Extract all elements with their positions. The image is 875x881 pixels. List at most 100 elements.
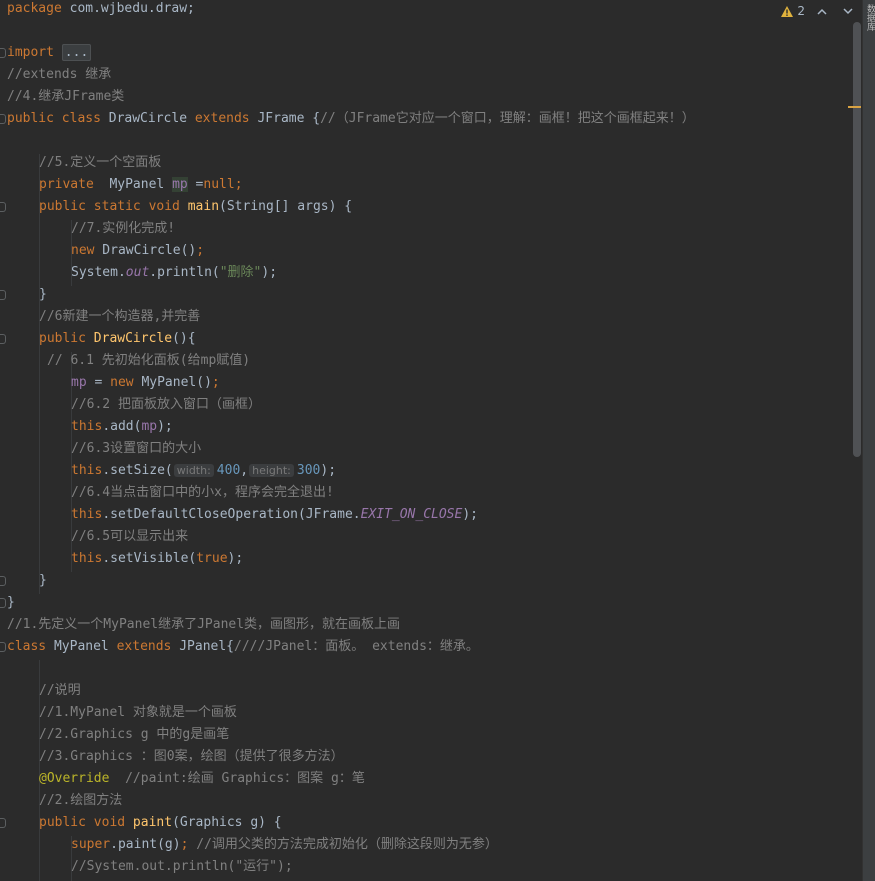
- code-line[interactable]: public static void main(String[] args) {: [0, 196, 352, 218]
- comment: // 6.1 先初始化面板(给mp赋值): [47, 353, 251, 368]
- code-text: );: [157, 419, 173, 434]
- fold-marker-icon[interactable]: [0, 202, 7, 212]
- keyword: new: [110, 375, 134, 390]
- right-tool-strip: 数据库: [862, 0, 875, 881]
- folded-imports[interactable]: ...: [61, 44, 92, 61]
- comment: //paint:绘画 Graphics：图案 g：笔: [109, 771, 365, 786]
- keyword: extends: [116, 639, 172, 654]
- keyword: public: [39, 331, 86, 346]
- code-line[interactable]: public DrawCircle(){: [0, 328, 196, 350]
- parameter-hint: width:: [173, 464, 214, 477]
- number-literal: 400: [216, 463, 241, 478]
- parameter-hint: height:: [249, 464, 294, 477]
- static-field: EXIT_ON_CLOSE: [360, 507, 463, 522]
- scrollbar-thumb[interactable]: [853, 22, 861, 457]
- keyword: this: [71, 551, 103, 566]
- code-text: );: [462, 507, 478, 522]
- fold-marker-icon[interactable]: [0, 598, 7, 608]
- code-text: JPanel{: [171, 639, 235, 654]
- fold-marker-icon[interactable]: [0, 576, 7, 586]
- comment: //6.3设置窗口的大小: [71, 441, 202, 456]
- fold-marker-icon[interactable]: [0, 114, 7, 124]
- chevron-down-icon: [843, 7, 853, 14]
- code-line[interactable]: mp = new MyPanel();: [0, 372, 220, 394]
- fold-marker-icon[interactable]: [0, 818, 7, 828]
- code-line[interactable]: public class DrawCircle extends JFrame {…: [0, 108, 695, 130]
- comment: //6.5可以显示出来: [71, 529, 189, 544]
- code-text: DrawCircle(): [94, 243, 197, 258]
- method-name: paint: [125, 815, 173, 830]
- code-line[interactable]: this.setVisible(true);: [0, 548, 243, 570]
- comment: //2.绘图方法: [39, 793, 123, 808]
- keyword: extends: [194, 111, 250, 126]
- code-line[interactable]: this.add(mp);: [0, 416, 173, 438]
- indent-guide: [39, 154, 40, 594]
- code-text: }: [39, 573, 47, 588]
- code-text: =: [86, 375, 111, 390]
- code-text: JFrame {: [249, 111, 321, 126]
- keyword: true: [196, 551, 228, 566]
- code-line[interactable]: this.setDefaultCloseOperation(JFrame.EXI…: [0, 504, 478, 526]
- code-line[interactable]: super.paint(g); //调用父类的方法完成初始化（删除这段则为无参）: [0, 834, 498, 856]
- code-line[interactable]: System.out.println("删除");: [0, 262, 277, 284]
- code-line[interactable]: new DrawCircle();: [0, 240, 204, 262]
- keyword: class: [7, 639, 47, 654]
- fold-marker-icon[interactable]: [0, 642, 7, 652]
- comment: //4.继承JFrame类: [7, 89, 125, 104]
- comment: //System.out.println("运行");: [71, 859, 293, 874]
- comment: //6.4当点击窗口中的小x，程序会完全退出!: [71, 485, 334, 500]
- comment: //3.Graphics ：图0案，绘图（提供了很多方法）: [39, 749, 344, 764]
- keyword: public static void: [39, 199, 180, 214]
- comment: //说明: [39, 683, 81, 698]
- code-text: .paint(g): [110, 837, 181, 852]
- keyword: this: [71, 507, 103, 522]
- code-text: .setVisible(: [102, 551, 197, 566]
- semicolon: ;: [196, 243, 205, 258]
- code-text: );: [320, 463, 337, 478]
- code-line[interactable]: public void paint(Graphics g) {: [0, 812, 282, 834]
- code-line[interactable]: }: [0, 570, 47, 592]
- next-highlight-button[interactable]: [839, 2, 857, 20]
- warning-marker[interactable]: [848, 106, 861, 108]
- code-text: ,: [240, 463, 249, 478]
- keyword: null: [203, 177, 235, 192]
- code-line[interactable]: @Override //paint:绘画 Graphics：图案 g：笔: [0, 768, 365, 790]
- comment: ////JPanel：面板。 extends：继承。: [234, 639, 479, 654]
- warnings-counter[interactable]: 2: [780, 4, 805, 18]
- code-line[interactable]: import ...: [0, 42, 92, 64]
- fold-marker-icon[interactable]: [0, 48, 7, 58]
- database-tool-tab[interactable]: 数据库: [864, 4, 875, 31]
- code-text: .add(: [102, 419, 142, 434]
- code-line[interactable]: }: [0, 284, 47, 306]
- code-text: );: [261, 265, 278, 280]
- fold-marker-icon[interactable]: [0, 290, 7, 300]
- code-line[interactable]: this.setSize(width: 400, height: 300);: [0, 460, 336, 482]
- class-name: DrawCircle: [100, 111, 195, 126]
- code-text: =: [187, 177, 204, 192]
- comment: //调用父类的方法完成初始化（删除这段则为无参）: [188, 837, 498, 852]
- code-text: }: [7, 595, 15, 610]
- string-literal: "删除": [219, 265, 262, 280]
- vertical-scrollbar[interactable]: [853, 22, 861, 881]
- code-line[interactable]: private MyPanel mp =null;: [0, 174, 243, 196]
- previous-highlight-button[interactable]: [813, 2, 831, 20]
- code-line[interactable]: package com.wjbedu.draw;: [0, 0, 195, 20]
- class-name: MyPanel: [46, 639, 117, 654]
- code-text: }: [39, 287, 47, 302]
- semicolon: ;: [234, 177, 243, 192]
- code-line[interactable]: }: [0, 592, 31, 614]
- fold-marker-icon[interactable]: [0, 334, 7, 344]
- keyword: public void: [39, 815, 126, 830]
- code-text: MyPanel(): [133, 375, 212, 390]
- code-editor[interactable]: package com.wjbedu.draw; import ... //ex…: [0, 0, 851, 881]
- code-text: com.wjbedu.draw;: [61, 1, 195, 16]
- inspection-widget[interactable]: 2: [780, 2, 857, 20]
- warning-icon: [781, 5, 794, 17]
- code-line[interactable]: class MyPanel extends JPanel{////JPanel：…: [0, 636, 479, 658]
- code-text: .println(: [149, 265, 220, 280]
- semicolon: ;: [211, 375, 220, 390]
- comment: //6.2 把面板放入窗口（画框）: [71, 397, 261, 412]
- field-name: mp: [172, 177, 188, 192]
- comment: //5.定义一个空面板: [39, 155, 162, 170]
- keyword: private: [39, 177, 94, 192]
